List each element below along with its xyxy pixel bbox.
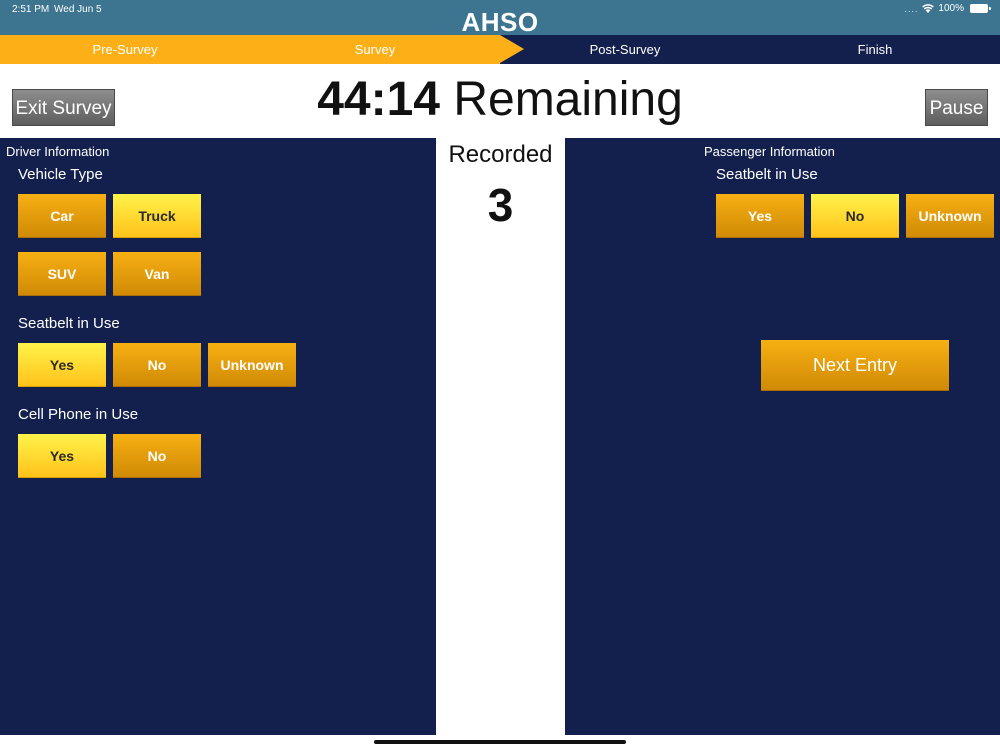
passenger-seatbelt-label: Seatbelt in Use [716, 166, 818, 183]
status-indicators: .... 100% [904, 3, 991, 14]
app-title: AHSO [461, 7, 539, 37]
cell-phone-yes-button[interactable]: Yes [18, 434, 106, 478]
vehicle-car-button[interactable]: Car [18, 194, 106, 238]
driver-seatbelt-label: Seatbelt in Use [18, 315, 120, 332]
vehicle-type-label: Vehicle Type [18, 166, 103, 183]
timer-value: 44:14 [317, 73, 440, 126]
driver-seatbelt-no-button[interactable]: No [113, 343, 201, 387]
cell-phone-no-button[interactable]: No [113, 434, 201, 478]
step-pre-survey: Pre-Survey [92, 42, 158, 57]
passenger-seatbelt-yes-button[interactable]: Yes [716, 194, 804, 238]
driver-panel: Driver Information Vehicle Type Car Truc… [0, 138, 436, 735]
passenger-panel: Passenger Information Seatbelt in Use Ye… [565, 138, 1000, 735]
vehicle-van-button[interactable]: Van [113, 252, 201, 296]
recorded-label: Recorded [448, 141, 553, 168]
passenger-seatbelt-no-button[interactable]: No [811, 194, 899, 238]
step-finish: Finish [857, 42, 893, 57]
pause-button[interactable]: Pause [925, 89, 988, 126]
timer: 44:14 Remaining [0, 72, 1000, 127]
recorded-counter: Recorded 3 [436, 138, 565, 735]
battery-percent: 100% [938, 3, 964, 14]
driver-panel-title: Driver Information [6, 144, 110, 159]
status-bar: 2:51 PM Wed Jun 5 AHSO .... 100% [0, 0, 1000, 37]
step-survey: Survey [354, 42, 396, 57]
timer-suffix: Remaining [453, 73, 683, 126]
driver-seatbelt-unknown-button[interactable]: Unknown [208, 343, 296, 387]
cell-phone-label: Cell Phone in Use [18, 406, 139, 423]
wifi-icon [922, 4, 935, 13]
home-indicator[interactable] [374, 740, 626, 744]
driver-seatbelt-yes-button[interactable]: Yes [18, 343, 106, 387]
passenger-panel-title: Passenger Information [704, 144, 835, 159]
passenger-seatbelt-unknown-button[interactable]: Unknown [906, 194, 994, 238]
next-entry-button[interactable]: Next Entry [761, 340, 949, 391]
step-post-survey: Post-Survey [589, 42, 661, 57]
battery-icon [970, 4, 991, 13]
timer-row: Exit Survey 44:14 Remaining Pause [0, 64, 1000, 138]
recorded-count: 3 [487, 179, 514, 231]
vehicle-suv-button[interactable]: SUV [18, 252, 106, 296]
survey-progress: Pre-Survey Survey Post-Survey Finish [0, 35, 1000, 64]
vehicle-truck-button[interactable]: Truck [113, 194, 201, 238]
cellular-signal-icon: .... [904, 3, 919, 14]
